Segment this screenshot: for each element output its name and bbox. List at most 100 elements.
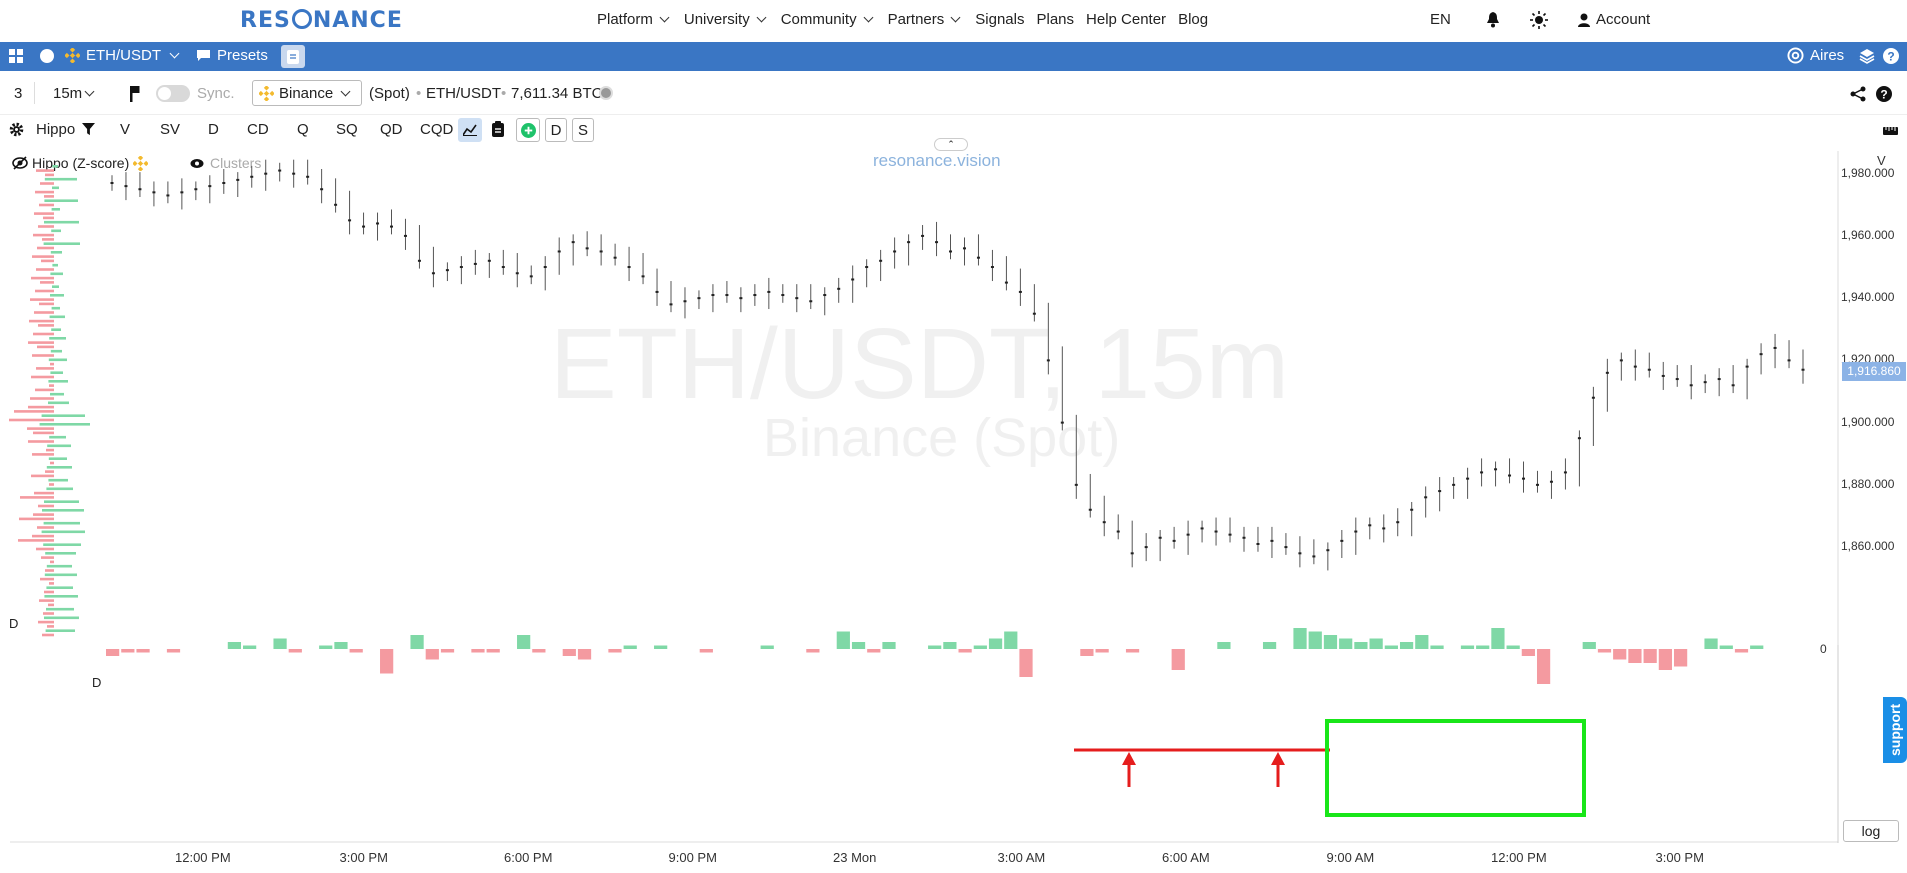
- candle-close-tick: [362, 225, 366, 228]
- indicator-button-cqd[interactable]: CQD: [420, 121, 453, 138]
- candle-close-tick: [837, 287, 841, 290]
- volume-profile: [9, 165, 90, 637]
- candle-close-tick: [1270, 539, 1274, 542]
- delta-bar: [425, 649, 439, 660]
- delta-bar: [319, 645, 333, 649]
- volume-profile-bar: [32, 453, 54, 456]
- volume-profile-bar: [47, 444, 71, 448]
- volume-profile-bar: [42, 633, 54, 637]
- nav-item-signals[interactable]: Signals: [975, 11, 1024, 28]
- candle-close-tick: [487, 259, 491, 262]
- volume-profile-bar: [31, 474, 54, 478]
- nav-item-partners[interactable]: Partners: [888, 11, 964, 28]
- indicator-button-d[interactable]: D: [208, 121, 219, 138]
- exchange-selector[interactable]: Binance: [252, 80, 362, 106]
- delta-zero-label: 0: [1820, 642, 1827, 656]
- candle-close-tick: [907, 241, 911, 244]
- volume-profile-bar: [51, 208, 60, 211]
- indicator-s-button[interactable]: S: [572, 118, 594, 142]
- candle-close-tick: [1480, 471, 1484, 474]
- sync-toggle[interactable]: [156, 85, 190, 102]
- support-chat-button[interactable]: support: [1883, 697, 1907, 763]
- grid-menu-icon[interactable]: [9, 49, 23, 63]
- price-tick-label: 1,860.000: [1841, 539, 1895, 554]
- user-menu[interactable]: Aires: [1787, 47, 1844, 64]
- candle-close-tick: [152, 191, 156, 194]
- filter-icon[interactable]: [82, 123, 95, 140]
- indicator-button-q[interactable]: Q: [297, 121, 309, 138]
- symbol-selector[interactable]: ETH/USDT: [65, 47, 182, 64]
- volume-profile-bar: [48, 478, 68, 482]
- volume-profile-bar: [49, 337, 66, 340]
- candle-close-tick: [1745, 365, 1749, 368]
- gear-icon[interactable]: [9, 122, 24, 141]
- volume-profile-bar: [9, 418, 54, 422]
- candle-close-tick: [571, 241, 575, 244]
- volume-profile-bar: [33, 431, 54, 435]
- nav-item-community[interactable]: Community: [781, 11, 876, 28]
- indicator-button-sq[interactable]: SQ: [336, 121, 358, 138]
- volume-profile-bar: [34, 212, 54, 215]
- candle-close-tick: [851, 278, 855, 281]
- nav-item-help-center[interactable]: Help Center: [1086, 11, 1166, 28]
- exchange-label: Binance: [279, 84, 334, 102]
- indicator-button-qd[interactable]: QD: [380, 121, 403, 138]
- delta-bar: [943, 642, 957, 649]
- price-tick-label: 1,880.000: [1841, 476, 1895, 491]
- chart-area[interactable]: ETH/USDT, 15m Binance (Spot) Hippo (Z-sc…: [0, 138, 1907, 865]
- layout-count[interactable]: 3: [14, 85, 22, 102]
- help-icon[interactable]: ?: [1883, 48, 1899, 64]
- candle-close-tick: [1438, 490, 1442, 493]
- indicator-name[interactable]: Hippo: [36, 121, 75, 138]
- candle-close-tick: [1228, 533, 1232, 536]
- help-icon[interactable]: ?: [1876, 86, 1892, 106]
- bell-icon[interactable]: [1486, 12, 1500, 32]
- volume-profile-bar: [44, 595, 78, 598]
- ruler-icon[interactable]: [1883, 123, 1898, 140]
- theme-sun-icon[interactable]: [1530, 11, 1548, 33]
- volume-profile-bar: [50, 461, 54, 465]
- delta-bar: [654, 645, 668, 649]
- nav-item-university[interactable]: University: [684, 11, 769, 28]
- indicator-button-v[interactable]: V: [120, 121, 130, 138]
- nav-item-label: Help Center: [1086, 11, 1167, 28]
- account-button[interactable]: Account: [1578, 11, 1650, 28]
- log-scale-button[interactable]: log: [1843, 820, 1899, 842]
- indicator-button-cd[interactable]: CD: [247, 121, 269, 138]
- nav-item-platform[interactable]: Platform: [597, 11, 672, 28]
- flag-icon[interactable]: [130, 86, 140, 106]
- language-selector[interactable]: EN: [1430, 11, 1451, 28]
- delta-bar: [288, 649, 302, 653]
- delta-bar: [106, 649, 120, 656]
- volume-profile-bar: [29, 319, 54, 323]
- indicator-button-sv[interactable]: SV: [160, 121, 180, 138]
- candle-close-tick: [1312, 555, 1316, 558]
- nav-item-plans[interactable]: Plans: [1036, 11, 1074, 28]
- candle-close-tick: [403, 234, 407, 237]
- delta-bar: [243, 645, 257, 649]
- candle-close-tick: [976, 256, 980, 259]
- panel-label-lower: D: [92, 675, 102, 690]
- notes-button[interactable]: [281, 45, 305, 68]
- volume-profile-bar: [44, 573, 77, 577]
- candle-close-tick: [1060, 421, 1064, 424]
- presets-button[interactable]: Presets: [196, 47, 268, 64]
- delta-bar: [1415, 635, 1429, 649]
- candle-close-tick: [1703, 381, 1707, 384]
- share-icon[interactable]: [1850, 86, 1866, 106]
- volume-profile-bar: [32, 354, 54, 357]
- resonance-logo[interactable]: RES NANCE: [240, 8, 403, 33]
- layers-icon[interactable]: [1859, 48, 1875, 64]
- nav-item-blog[interactable]: Blog: [1178, 11, 1208, 28]
- clipboard-icon[interactable]: [492, 121, 504, 141]
- status-circle-icon[interactable]: [40, 49, 54, 63]
- candle-close-tick: [1591, 396, 1595, 399]
- main-toolbar: ETH/USDT Presets Aires ?: [0, 42, 1907, 71]
- volume-profile-bar: [38, 225, 54, 228]
- indicator-d-button[interactable]: D: [545, 118, 567, 142]
- delta-bar: [1293, 628, 1307, 649]
- line-chart-button[interactable]: [458, 118, 482, 142]
- timeframe-selector[interactable]: 15m: [53, 85, 97, 102]
- volume-profile-bar: [33, 332, 54, 336]
- add-indicator-button[interactable]: [516, 118, 540, 142]
